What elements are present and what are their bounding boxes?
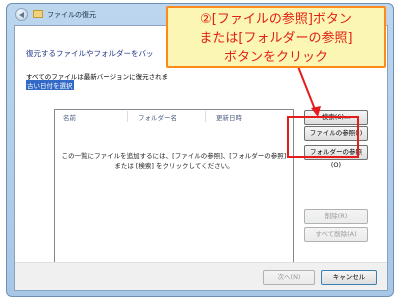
- empty-message-line2: または [検索] をクリックしてください。: [114, 162, 234, 170]
- wizard-footer: 次へ(N) キャンセル: [15, 262, 387, 290]
- empty-list-message: この一覧にファイルを追加するには、[ファイルの参照]、[フォルダーの参照] また…: [55, 151, 293, 171]
- browse-buttons-highlight: [287, 116, 359, 158]
- folder-icon: [33, 10, 43, 18]
- empty-message-line1: この一覧にファイルを追加するには、[ファイルの参照]、[フォルダーの参照]: [61, 152, 287, 160]
- column-divider: [127, 111, 128, 122]
- remove-button[interactable]: 削除(R): [304, 209, 368, 224]
- cancel-button[interactable]: キャンセル: [321, 270, 377, 285]
- column-header-folder[interactable]: フォルダー名: [138, 112, 177, 122]
- instruction-callout: ②[ファイルの参照]ボタン または[フォルダーの参照] ボタンをクリック: [166, 6, 386, 68]
- column-header-modified[interactable]: 更新日時: [216, 112, 242, 122]
- callout-line1: ②[ファイルの参照]ボタン: [200, 12, 352, 27]
- window-title: ファイルの復元: [47, 11, 96, 19]
- callout-line3: ボタンをクリック: [223, 50, 328, 65]
- column-divider: [205, 111, 206, 122]
- column-header-name[interactable]: 名前: [63, 112, 76, 122]
- file-list[interactable]: 名前 フォルダー名 更新日時 この一覧にファイルを追加するには、[ファイルの参照…: [54, 109, 294, 269]
- back-button[interactable]: [15, 8, 28, 21]
- callout-line2: または[フォルダーの参照]: [199, 31, 353, 46]
- page-heading: 復元するファイルやフォルダーをバッ: [26, 49, 154, 58]
- choose-date-link[interactable]: 古い日付を選択: [26, 80, 74, 90]
- remove-all-button[interactable]: すべて削除(A): [304, 227, 368, 242]
- next-button[interactable]: 次へ(N): [263, 270, 315, 285]
